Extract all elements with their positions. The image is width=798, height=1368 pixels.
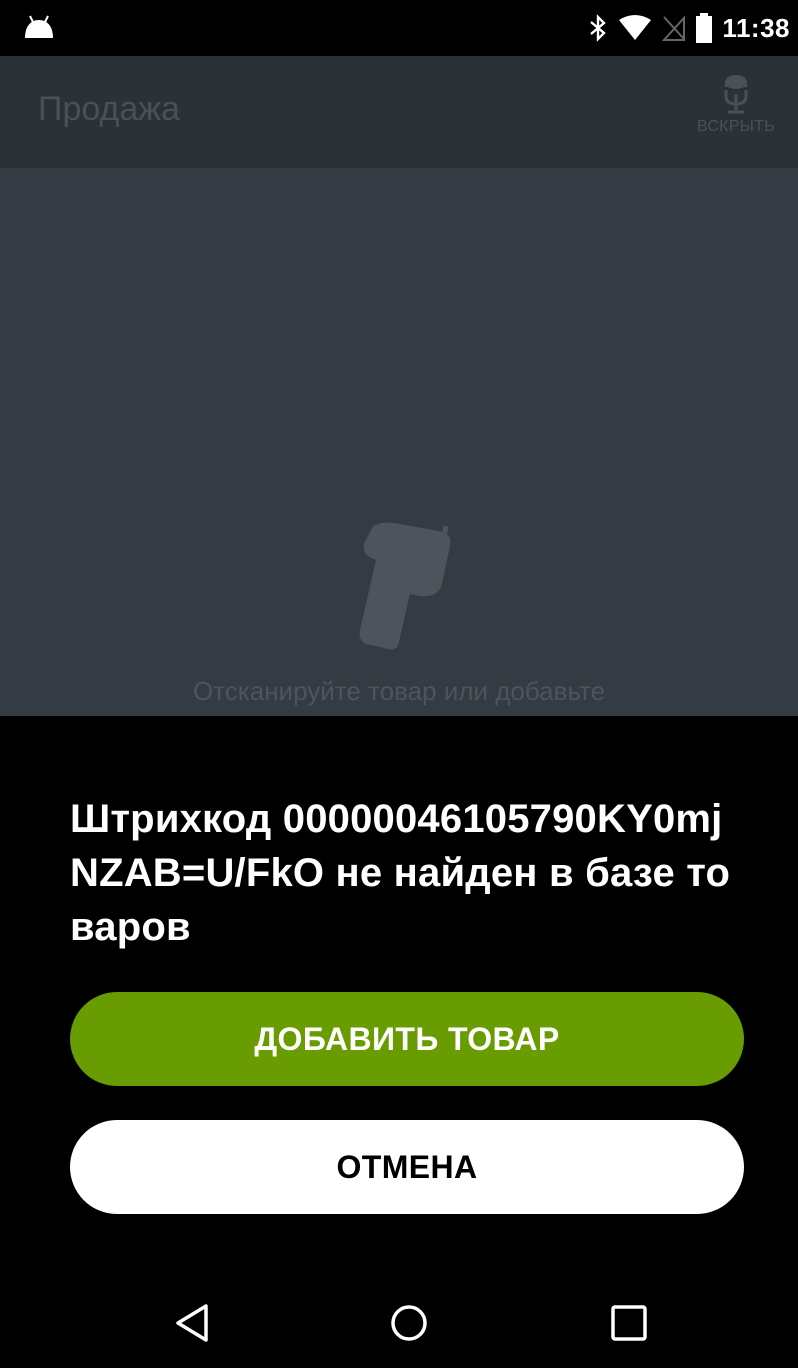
sale-content: Отсканируйте товар или добавьте bbox=[0, 168, 798, 716]
screen: 11:38 Продажа ВСКРЫТЬ Отсканируйте товар… bbox=[0, 0, 798, 1368]
status-time: 11:38 bbox=[722, 12, 790, 43]
navigation-bar bbox=[0, 1278, 798, 1368]
status-bar: 11:38 bbox=[0, 0, 798, 56]
open-drawer-button[interactable]: ВСКРЫТЬ bbox=[688, 74, 784, 154]
empty-hint: Отсканируйте товар или добавьте bbox=[192, 676, 606, 706]
app-bar: Продажа ВСКРЫТЬ bbox=[0, 56, 798, 168]
barcode-scanner-icon bbox=[359, 522, 451, 650]
cancel-button[interactable]: ОТМЕНА bbox=[70, 1120, 744, 1214]
open-drawer-label: ВСКРЫТЬ bbox=[696, 118, 776, 135]
open-drawer-icon bbox=[724, 75, 748, 114]
android-icon bbox=[25, 15, 53, 38]
status-icons: 11:38 bbox=[588, 8, 790, 48]
back-icon[interactable] bbox=[170, 1300, 216, 1346]
dialog-message: Штрихкод 00000046105790KY0mjNZAB=U/FkO н… bbox=[70, 797, 731, 949]
wifi-icon bbox=[619, 15, 652, 40]
home-icon[interactable] bbox=[386, 1300, 432, 1346]
barcode-not-found-dialog: Штрихкод 00000046105790KY0mjNZAB=U/FkO н… bbox=[0, 716, 798, 1278]
bluetooth-icon bbox=[590, 14, 607, 42]
recents-icon[interactable] bbox=[606, 1300, 652, 1346]
no-sim-icon bbox=[662, 15, 686, 41]
battery-icon bbox=[696, 13, 713, 43]
add-product-button[interactable]: ДОБАВИТЬ ТОВАР bbox=[70, 992, 744, 1086]
page-title: Продажа bbox=[38, 90, 180, 128]
